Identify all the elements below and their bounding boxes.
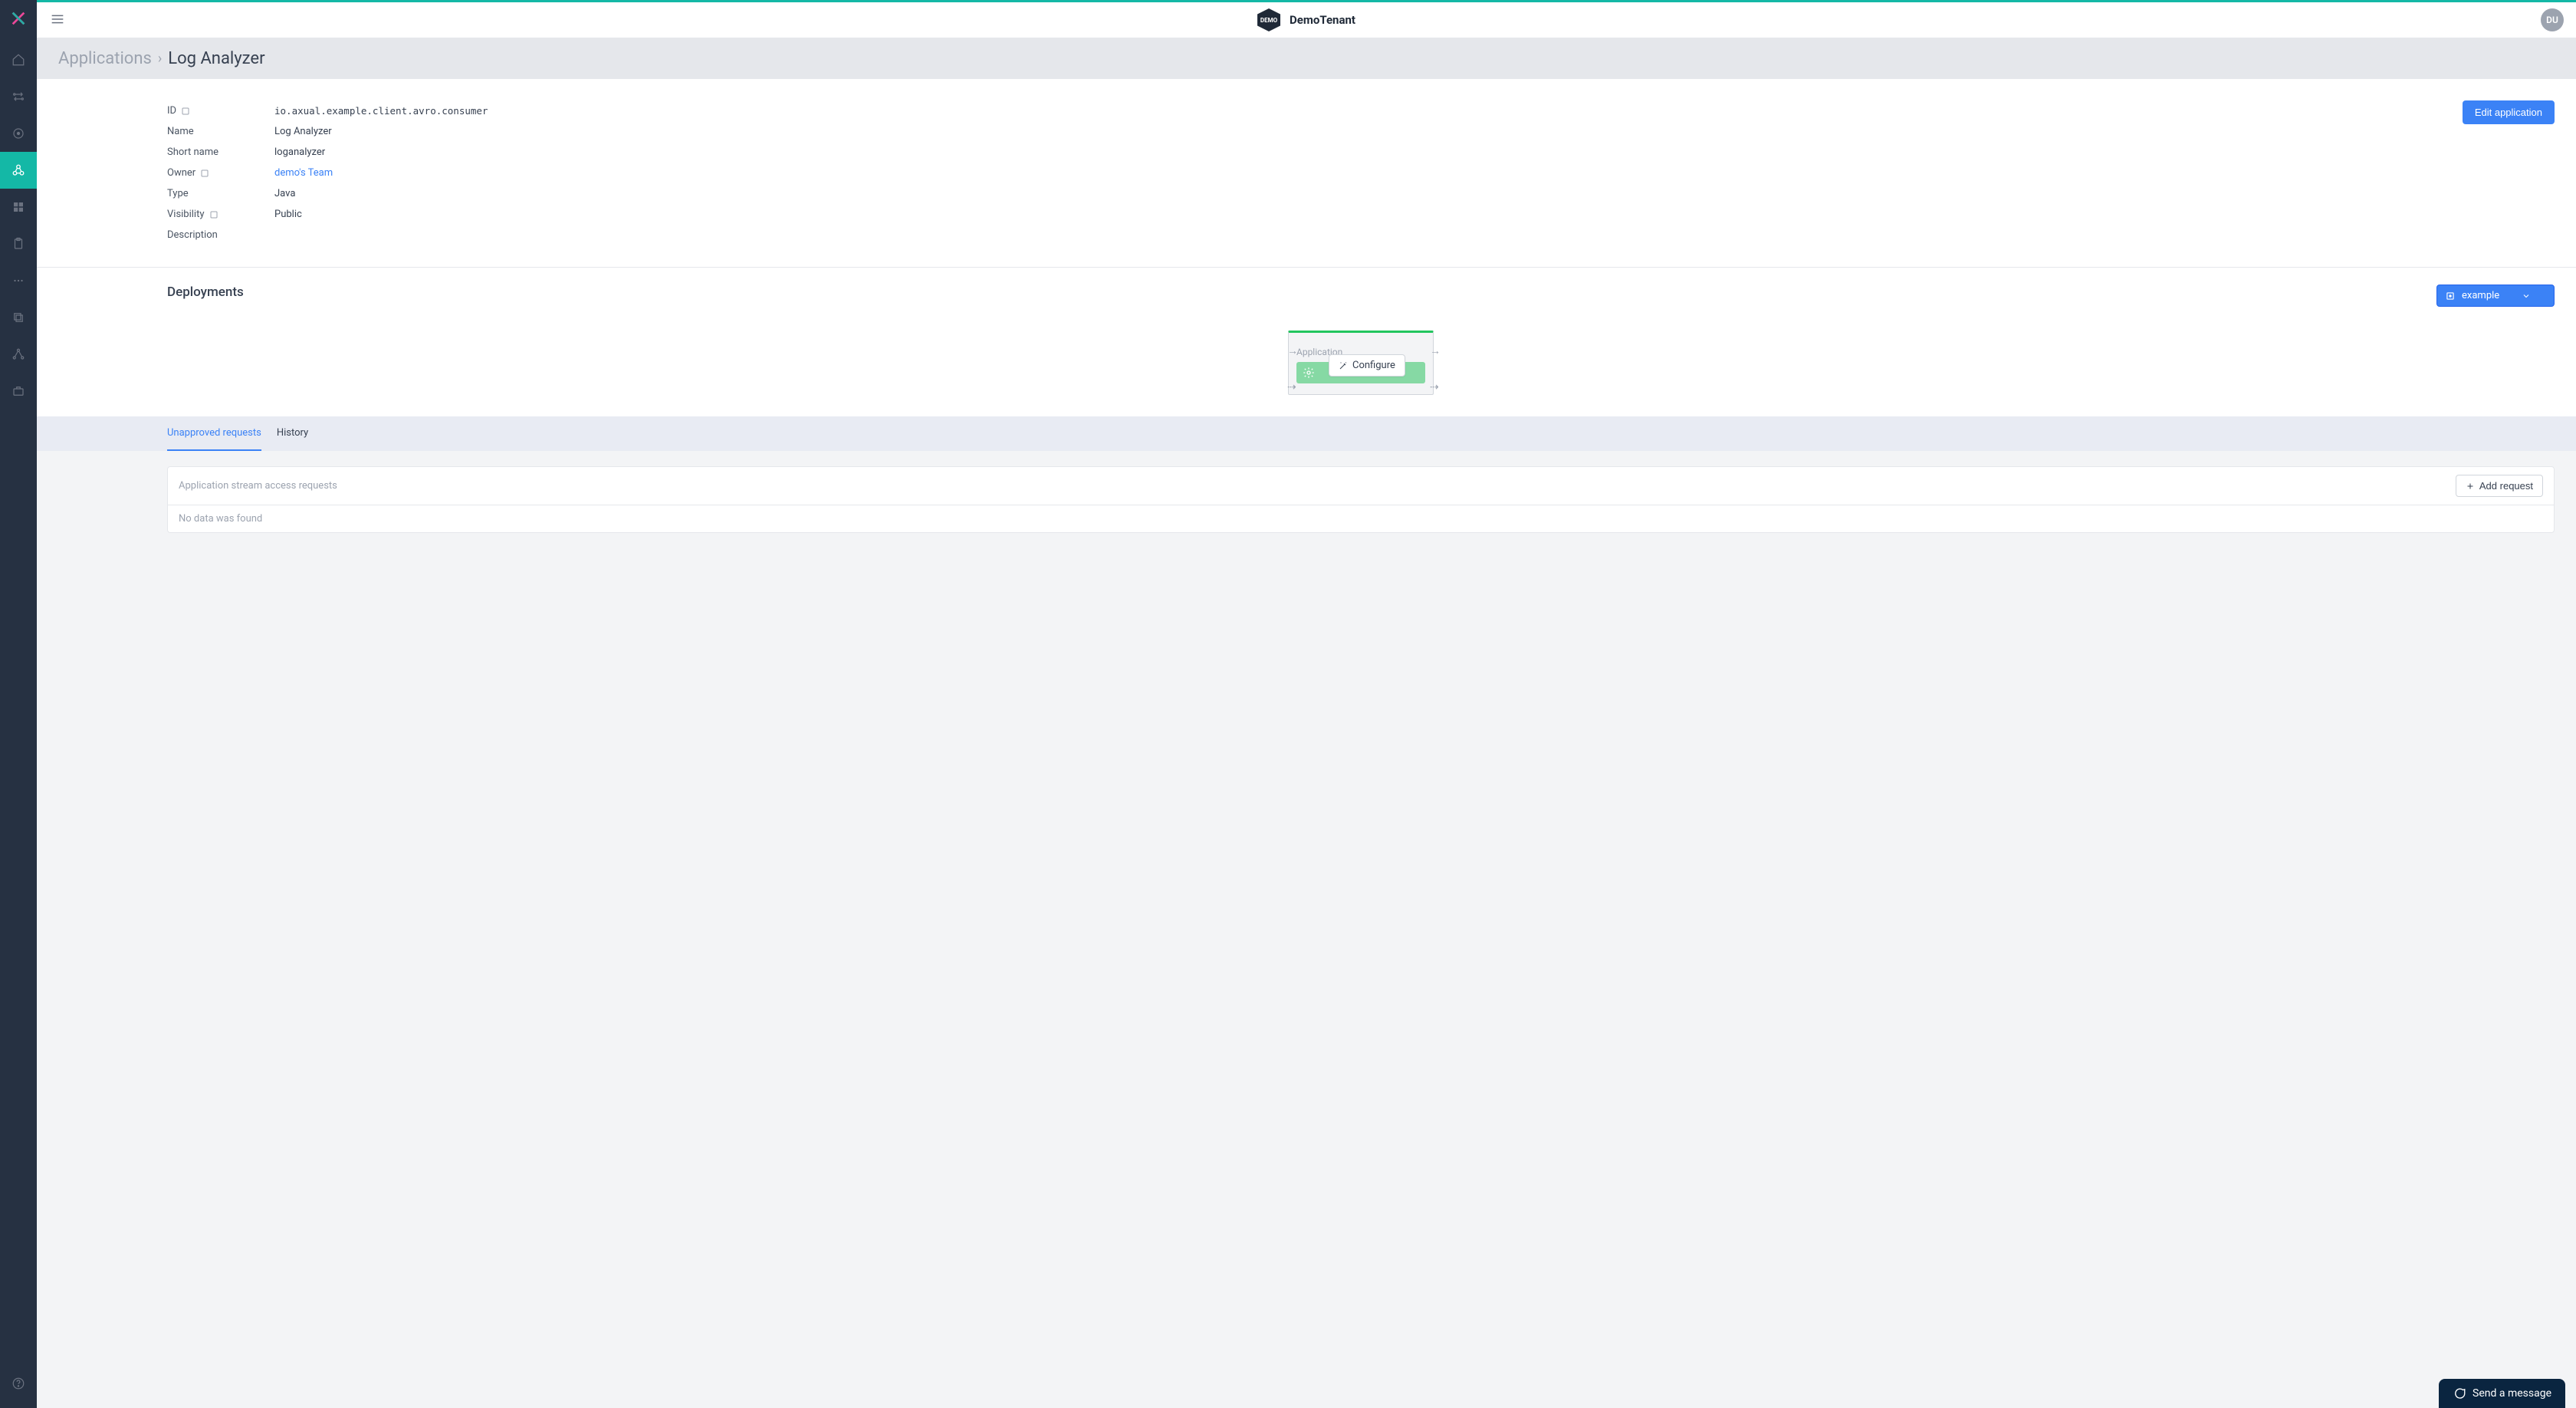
detail-value-visibility: Public bbox=[274, 209, 302, 220]
chat-widget-label: Send a message bbox=[2472, 1387, 2551, 1400]
menu-toggle-icon[interactable] bbox=[49, 11, 67, 29]
connector-icon: → bbox=[1287, 348, 1292, 353]
tenant-name: DemoTenant bbox=[1290, 13, 1355, 27]
detail-value-name: Log Analyzer bbox=[274, 126, 332, 137]
nav-streams[interactable] bbox=[0, 78, 37, 115]
tabs: Unapproved requests History bbox=[37, 416, 2576, 451]
user-avatar[interactable]: DU bbox=[2541, 8, 2564, 31]
detail-label-type: Type bbox=[167, 188, 274, 199]
edit-application-button[interactable]: Edit application bbox=[2463, 100, 2555, 124]
wand-icon bbox=[1339, 361, 1348, 370]
detail-label-owner: Owner bbox=[167, 167, 274, 179]
topbar: DEMO DemoTenant DU bbox=[37, 0, 2576, 38]
requests-title: Application stream access requests bbox=[179, 480, 337, 492]
info-icon bbox=[181, 107, 190, 116]
requests-section: Application stream access requests Add r… bbox=[37, 451, 2576, 564]
chat-icon bbox=[2453, 1387, 2466, 1400]
tab-unapproved-requests[interactable]: Unapproved requests bbox=[167, 416, 261, 451]
nav-home[interactable] bbox=[0, 41, 37, 78]
detail-value-id: io.axual.example.client.avro.consumer bbox=[274, 105, 488, 117]
environment-select-value: example bbox=[2462, 290, 2499, 301]
detail-value-shortname: loganalyzer bbox=[274, 146, 325, 158]
requests-empty-state: No data was found bbox=[168, 505, 2554, 532]
detail-value-owner: demo's Team bbox=[274, 167, 333, 179]
detail-label-visibility: Visibility bbox=[167, 209, 274, 220]
tab-history[interactable]: History bbox=[277, 416, 308, 451]
connector-icon: ⇢ bbox=[1287, 385, 1292, 390]
gear-icon bbox=[1303, 367, 1315, 379]
cube-icon bbox=[2445, 291, 2456, 301]
nav-grid[interactable] bbox=[0, 189, 37, 225]
info-icon bbox=[200, 169, 209, 178]
add-request-button[interactable]: Add request bbox=[2456, 475, 2543, 497]
detail-label-id: ID bbox=[167, 105, 274, 117]
tenant-badge-icon: DEMO bbox=[1257, 8, 1280, 31]
owner-link[interactable]: demo's Team bbox=[274, 167, 333, 179]
nav-distribute[interactable] bbox=[0, 336, 37, 373]
sidebar bbox=[0, 0, 37, 1408]
configure-button[interactable]: Configure bbox=[1329, 354, 1405, 377]
detail-label-name: Name bbox=[167, 126, 274, 137]
logo-icon bbox=[0, 0, 37, 37]
plus-icon bbox=[2466, 482, 2475, 491]
detail-label-shortname: Short name bbox=[167, 146, 274, 158]
nav-help[interactable] bbox=[0, 1365, 37, 1402]
add-request-button-label: Add request bbox=[2479, 480, 2533, 492]
nav-target[interactable] bbox=[0, 115, 37, 152]
detail-value-type: Java bbox=[274, 188, 295, 199]
info-icon bbox=[209, 210, 219, 219]
chevron-down-icon bbox=[2522, 291, 2531, 301]
breadcrumb: Applications › Log Analyzer bbox=[37, 38, 2576, 79]
chevron-right-icon: › bbox=[158, 51, 162, 67]
configure-button-label: Configure bbox=[1352, 360, 1395, 371]
detail-label-description: Description bbox=[167, 229, 274, 241]
deployment-card[interactable]: → → ⇢ ⇢ Application Configure bbox=[1288, 331, 1434, 395]
environment-select[interactable]: example bbox=[2436, 285, 2555, 307]
nav-clipboard[interactable] bbox=[0, 225, 37, 262]
connector-icon: → bbox=[1430, 348, 1434, 353]
connector-icon: ⇢ bbox=[1430, 385, 1434, 390]
deployments-section: Deployments example → → ⇢ ⇢ Application … bbox=[37, 268, 2576, 416]
breadcrumb-current: Log Analyzer bbox=[168, 49, 264, 68]
breadcrumb-parent[interactable]: Applications bbox=[58, 49, 152, 68]
deployments-title: Deployments bbox=[167, 285, 244, 300]
nav-briefcase[interactable] bbox=[0, 373, 37, 410]
details-section: Edit application ID io.axual.example.cli… bbox=[37, 100, 2576, 267]
chat-widget[interactable]: Send a message bbox=[2439, 1379, 2565, 1408]
nav-more[interactable] bbox=[0, 262, 37, 299]
tenant-indicator[interactable]: DEMO DemoTenant bbox=[1257, 8, 1355, 31]
nav-copy[interactable] bbox=[0, 299, 37, 336]
main-content: Applications › Log Analyzer Edit applica… bbox=[37, 38, 2576, 1408]
nav-applications[interactable] bbox=[0, 152, 37, 189]
